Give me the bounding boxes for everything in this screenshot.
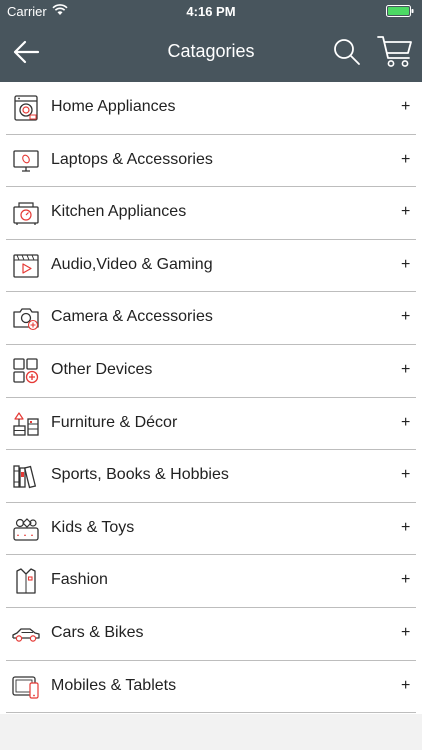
category-label: Furniture & Décor bbox=[51, 413, 178, 431]
cart-icon[interactable] bbox=[377, 34, 413, 68]
expand-icon[interactable]: + bbox=[401, 203, 410, 221]
expand-icon[interactable]: + bbox=[401, 571, 410, 589]
category-row-fashion[interactable]: Fashion + bbox=[0, 555, 422, 608]
category-row-home-appliances[interactable]: Home Appliances + bbox=[0, 82, 422, 135]
category-row-other-devices[interactable]: Other Devices + bbox=[0, 345, 422, 398]
category-label: Home Appliances bbox=[51, 98, 176, 115]
expand-icon[interactable]: + bbox=[401, 151, 410, 169]
status-time: 4:16 PM bbox=[186, 4, 236, 19]
category-row-audio-video-gaming[interactable]: Audio,Video & Gaming + bbox=[0, 240, 422, 293]
lamp-furniture-icon bbox=[13, 411, 39, 436]
books-icon bbox=[13, 465, 37, 489]
expand-icon[interactable]: + bbox=[401, 466, 410, 484]
category-row-camera-accessories[interactable]: Camera & Accessories + bbox=[0, 292, 422, 345]
expand-icon[interactable]: + bbox=[401, 256, 410, 274]
category-label: Fashion bbox=[51, 571, 108, 589]
expand-icon[interactable]: + bbox=[401, 677, 410, 695]
category-label: Mobiles & Tablets bbox=[51, 676, 177, 694]
expand-icon[interactable]: + bbox=[401, 361, 410, 379]
category-row-furniture-decor[interactable]: Furniture & Décor + bbox=[0, 398, 422, 451]
category-row-kitchen-appliances[interactable]: Kitchen Appliances + bbox=[0, 187, 422, 240]
category-row-sports-books-hobbies[interactable]: Sports, Books & Hobbies + bbox=[0, 450, 422, 503]
toys-basket-icon bbox=[13, 517, 39, 541]
microwave-icon bbox=[13, 202, 39, 226]
category-label: Other Devices bbox=[51, 361, 153, 378]
category-label: Audio,Video & Gaming bbox=[51, 255, 213, 273]
expand-icon[interactable]: + bbox=[401, 624, 410, 642]
category-label: Kids & Toys bbox=[51, 518, 135, 536]
expand-icon[interactable]: + bbox=[401, 98, 410, 116]
category-row-mobiles-tablets[interactable]: Mobiles & Tablets + bbox=[0, 661, 422, 714]
video-player-icon bbox=[13, 254, 39, 278]
category-row-cars-bikes[interactable]: Cars & Bikes + bbox=[0, 608, 422, 661]
expand-icon[interactable]: + bbox=[401, 519, 410, 537]
search-icon[interactable] bbox=[333, 38, 361, 66]
category-label: Cars & Bikes bbox=[51, 624, 144, 641]
category-label: Kitchen Appliances bbox=[51, 203, 187, 221]
divider bbox=[6, 712, 416, 714]
category-label: Sports, Books & Hobbies bbox=[51, 466, 229, 484]
shirt-icon bbox=[16, 568, 36, 595]
tablet-phone-icon bbox=[12, 675, 39, 699]
category-row-kids-toys[interactable]: Kids & Toys + bbox=[0, 503, 422, 556]
expand-icon[interactable]: + bbox=[401, 308, 410, 326]
camera-icon bbox=[13, 308, 39, 331]
devices-grid-icon bbox=[13, 358, 39, 384]
status-bar: Carrier 4:16 PM bbox=[0, 0, 422, 22]
category-label: Camera & Accessories bbox=[51, 308, 213, 326]
category-label: Laptops & Accessories bbox=[51, 150, 213, 168]
expand-icon[interactable]: + bbox=[401, 414, 410, 432]
battery-icon bbox=[386, 5, 414, 17]
category-list: Home Appliances + Laptops & Accessories … bbox=[0, 82, 422, 714]
nav-bar: Catagories bbox=[0, 22, 422, 82]
car-icon bbox=[12, 628, 40, 642]
washing-machine-icon bbox=[14, 95, 38, 121]
category-row-laptops-accessories[interactable]: Laptops & Accessories + bbox=[0, 135, 422, 188]
monitor-icon bbox=[13, 149, 39, 172]
